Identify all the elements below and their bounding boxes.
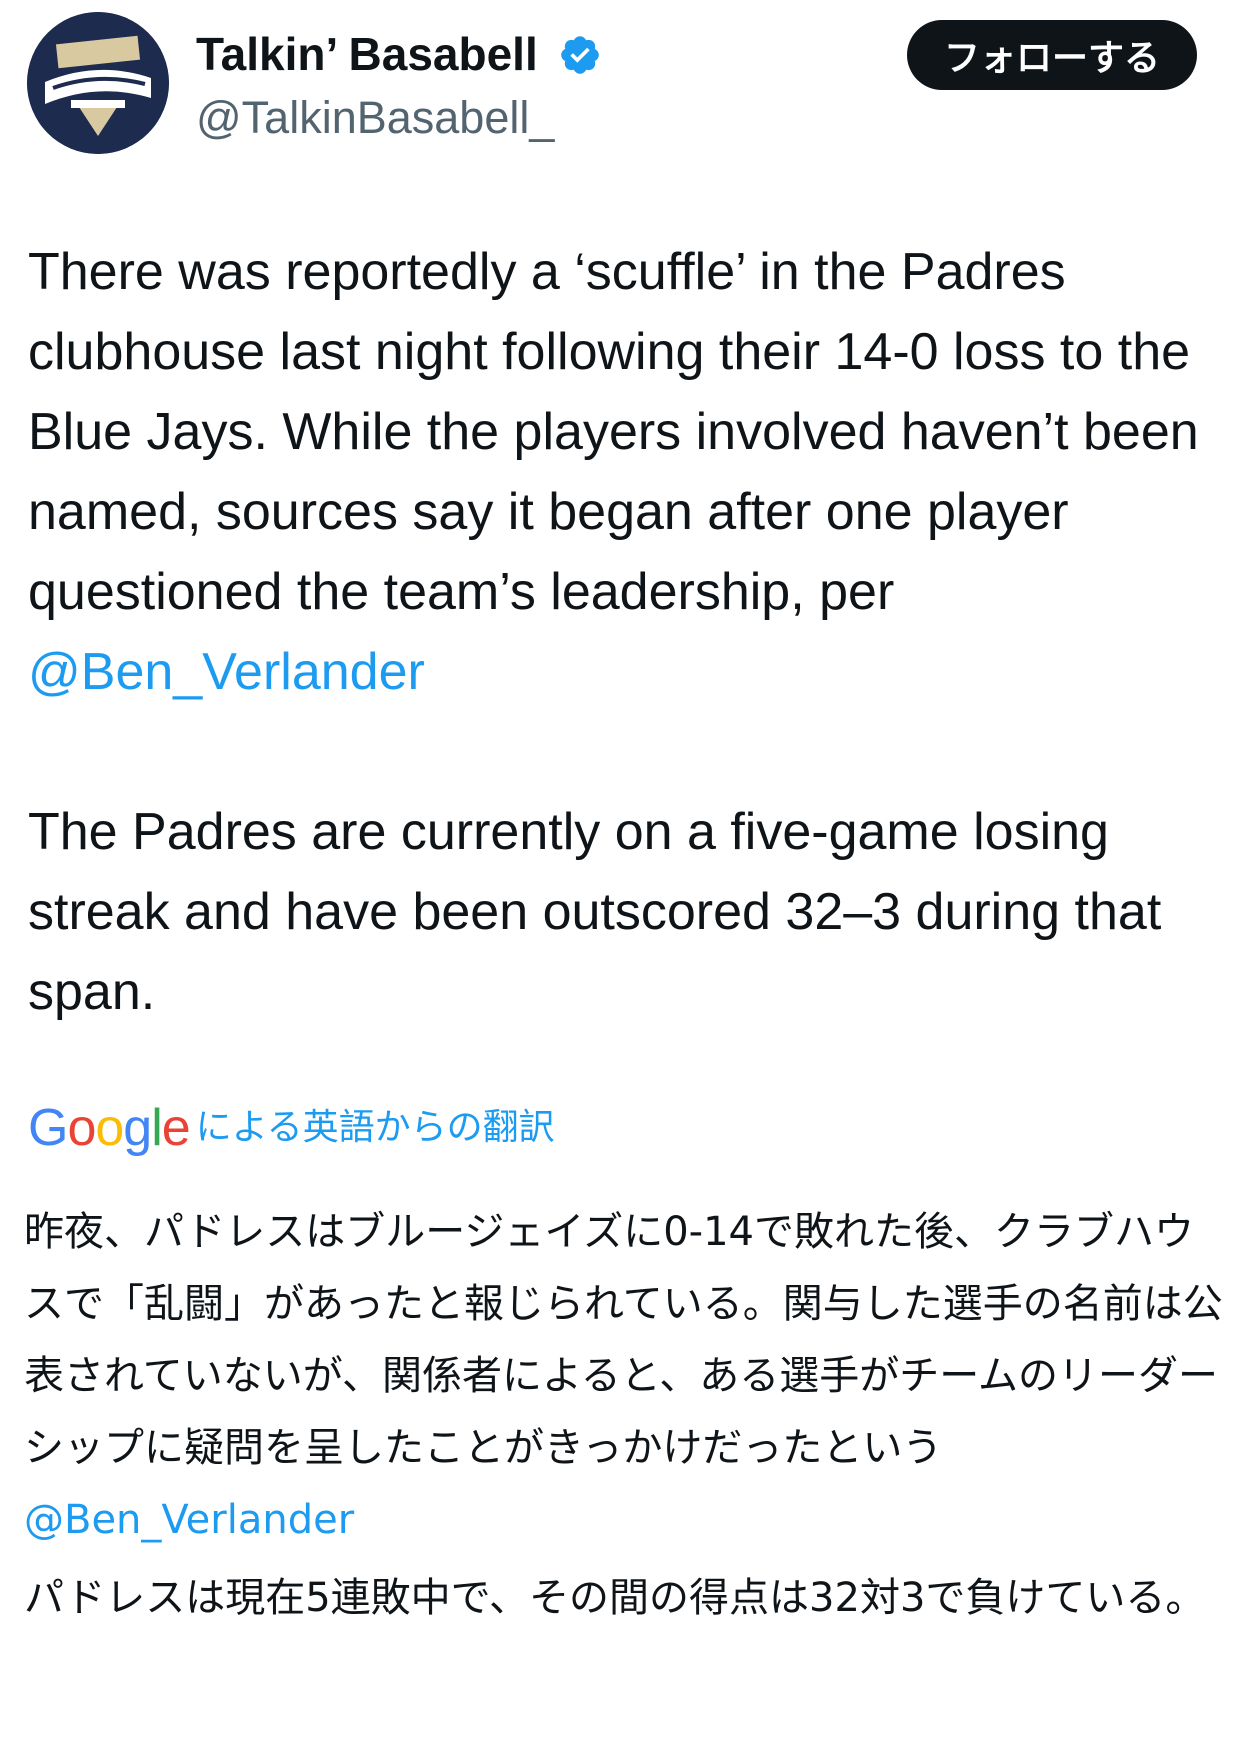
tweet-paragraph: The Padres are currently on a five-game …	[28, 803, 1162, 1021]
user-handle[interactable]: @TalkinBasabell_	[196, 90, 554, 146]
avatar[interactable]	[27, 12, 169, 154]
follow-button[interactable]: フォローする	[907, 20, 1197, 90]
translated-text: 昨夜、パドレスはブルージェイズに0-14で敗れた後、クラブハウスで「乱闘」があっ…	[24, 1196, 1224, 1634]
mention-link[interactable]: @Ben_Verlander	[28, 643, 425, 701]
verified-badge-icon	[561, 36, 599, 74]
tweet-paragraph: There was reportedly a ‘scuffle’ in the …	[28, 232, 1218, 712]
talkin-basabell-logo-icon	[27, 12, 169, 154]
translation-attribution: Google による英語からの翻訳	[28, 1098, 555, 1158]
translated-paragraph: パドレスは現在5連敗中で、その間の得点は32対3で負けている。	[24, 1575, 1206, 1621]
tweet-header: Talkin’ Basabell @TalkinBasabell_ フォローする	[0, 0, 1241, 170]
tweet-text: There was reportedly a ‘scuffle’ in the …	[28, 232, 1218, 1032]
tweet-paragraph-text: There was reportedly a ‘scuffle’ in the …	[28, 243, 1199, 621]
google-logo: Google	[28, 1099, 191, 1157]
translated-paragraph-text: 昨夜、パドレスはブルージェイズに0-14で敗れた後、クラブハウスで「乱闘」があっ…	[24, 1209, 1223, 1471]
translation-provider-label[interactable]: による英語からの翻訳	[196, 1098, 555, 1158]
translated-mention-link[interactable]: @Ben_Verlander	[24, 1497, 354, 1543]
display-name[interactable]: Talkin’ Basabell	[196, 26, 538, 82]
translated-paragraph: 昨夜、パドレスはブルージェイズに0-14で敗れた後、クラブハウスで「乱闘」があっ…	[24, 1196, 1224, 1556]
